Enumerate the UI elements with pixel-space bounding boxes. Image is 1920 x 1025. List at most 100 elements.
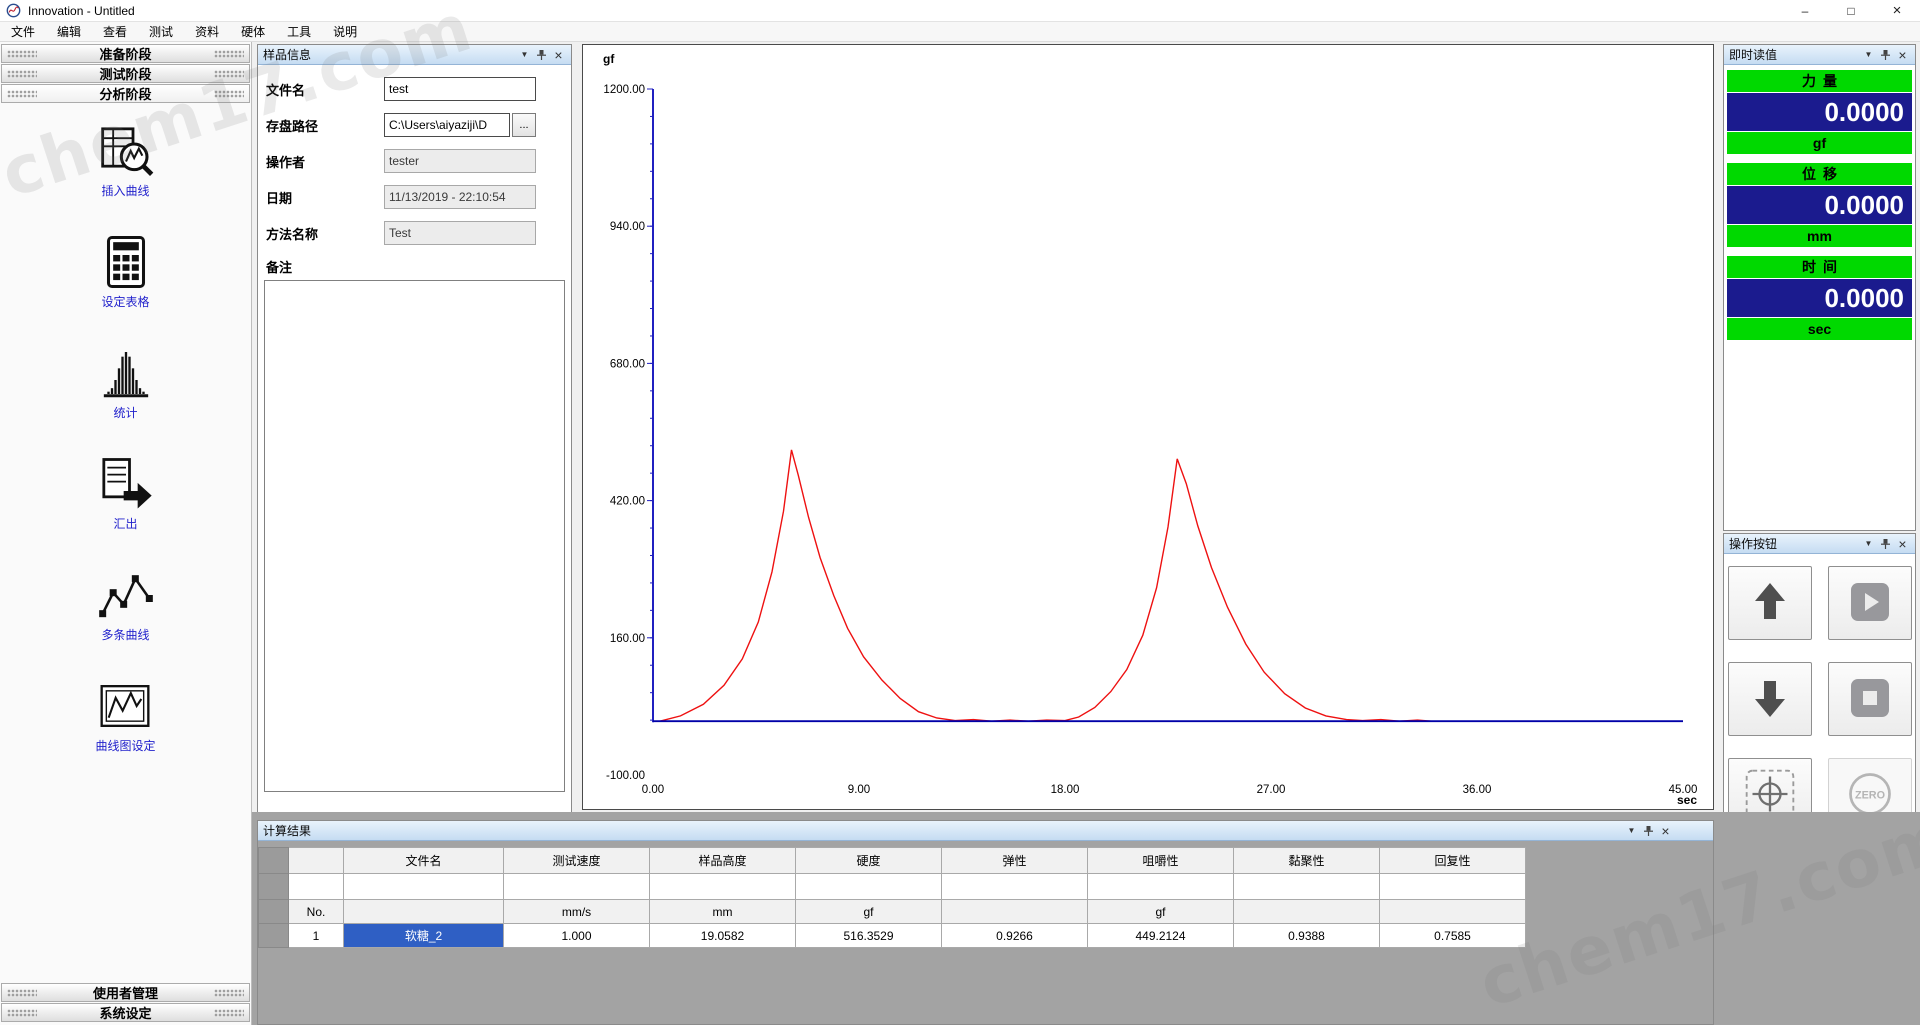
pin-icon[interactable]	[1641, 823, 1656, 838]
save-path-input[interactable]	[384, 113, 510, 137]
column-header: 回复性	[1380, 848, 1526, 874]
chevron-down-icon[interactable]: ▼	[1861, 536, 1876, 551]
window-title: Innovation - Untitled	[28, 4, 135, 18]
svg-text:160.00: 160.00	[610, 633, 645, 645]
chevron-down-icon[interactable]: ▼	[1624, 823, 1639, 838]
sidebar-item-测试阶段[interactable]: 测试阶段	[1, 64, 250, 83]
filename-input[interactable]	[384, 77, 536, 101]
readings-header[interactable]: 即时读值 ▼ ×	[1724, 45, 1915, 65]
sidebar-item-系统设定[interactable]: 系统设定	[1, 1003, 250, 1022]
chart-plot: 1200.00940.00680.00420.00160.00-100.000.…	[583, 45, 1713, 809]
operator-label: 操作者	[266, 152, 384, 171]
panel-title: 样品信息	[263, 46, 311, 63]
tool-统计[interactable]: 统计	[97, 344, 155, 421]
close-icon[interactable]: ×	[1895, 536, 1910, 551]
stop-button[interactable]	[1828, 662, 1912, 736]
data-cell[interactable]: 1.000	[504, 924, 650, 948]
chart-panel: 1200.00940.00680.00420.00160.00-100.000.…	[582, 44, 1714, 810]
menu-bar: 文件编辑查看测试资料硬体工具说明	[0, 22, 1920, 42]
tool-曲线图设定[interactable]: 曲线图设定	[95, 677, 155, 754]
start-button[interactable]	[1828, 566, 1912, 640]
reading-group-0: 力量0.0000gf	[1724, 70, 1915, 154]
chevron-down-icon[interactable]: ▼	[517, 47, 532, 62]
tool-label: 汇出	[113, 515, 137, 532]
pin-icon[interactable]	[1878, 536, 1893, 551]
column-header: 弹性	[942, 848, 1088, 874]
data-cell[interactable]: 0.9266	[942, 924, 1088, 948]
unit-cell: gf	[1088, 900, 1234, 924]
down-arrow-icon	[1746, 674, 1794, 725]
menu-item-文件[interactable]: 文件	[0, 22, 46, 42]
tool-汇出[interactable]: 汇出	[97, 455, 155, 532]
menu-item-测试[interactable]: 测试	[138, 22, 184, 42]
sidebar-item-准备阶段[interactable]: 准备阶段	[1, 44, 250, 63]
unit-cell	[1234, 900, 1380, 924]
jog-up-button[interactable]	[1728, 566, 1812, 640]
menu-item-编辑[interactable]: 编辑	[46, 22, 92, 42]
close-button[interactable]: ×	[1874, 0, 1920, 22]
panel-title: 即时读值	[1729, 46, 1777, 63]
grip-dots	[7, 90, 37, 98]
method-name-input[interactable]	[384, 221, 536, 245]
grip-dots	[7, 1009, 37, 1017]
svg-text:gf: gf	[603, 52, 615, 66]
statistics-icon	[97, 344, 155, 402]
operator-input[interactable]	[384, 149, 536, 173]
tool-设定表格[interactable]: 设定表格	[97, 233, 155, 310]
row-selector[interactable]	[259, 924, 289, 948]
data-cell[interactable]: 19.0582	[650, 924, 796, 948]
close-icon[interactable]: ×	[551, 47, 566, 62]
table-row: 1软糖_21.00019.0582516.35290.9266449.21240…	[259, 924, 1526, 948]
reading-unit: sec	[1727, 318, 1912, 340]
menu-item-说明[interactable]: 说明	[322, 22, 368, 42]
reading-value: 0.0000	[1727, 279, 1912, 317]
chevron-down-icon[interactable]: ▼	[1861, 47, 1876, 62]
data-cell[interactable]: 0.7585	[1380, 924, 1526, 948]
pin-icon[interactable]	[1878, 47, 1893, 62]
sidebar-item-分析阶段[interactable]: 分析阶段	[1, 84, 250, 103]
svg-text:27.00: 27.00	[1257, 784, 1286, 796]
sample-info-header[interactable]: 样品信息 ▼ ×	[258, 45, 571, 65]
column-header: 样品高度	[650, 848, 796, 874]
controls-header[interactable]: 操作按钮 ▼ ×	[1724, 534, 1915, 554]
remark-textarea[interactable]	[264, 280, 565, 792]
data-cell[interactable]: 449.2124	[1088, 924, 1234, 948]
jog-down-button[interactable]	[1728, 662, 1812, 736]
menu-item-资料[interactable]: 资料	[184, 22, 230, 42]
close-icon[interactable]: ×	[1658, 823, 1673, 838]
results-table: 文件名测试速度样品高度硬度弹性咀嚼性黏聚性回复性No.mm/smmgfgf1软糖…	[258, 847, 1713, 948]
pin-icon[interactable]	[534, 47, 549, 62]
results-header[interactable]: 计算结果 ▼ ×	[258, 821, 1713, 841]
sidebar-bottom: 使用者管理系统设定	[0, 983, 251, 1023]
reading-group-1: 位移0.0000mm	[1724, 163, 1915, 247]
data-cell[interactable]: 0.9388	[1234, 924, 1380, 948]
minimize-button[interactable]: –	[1782, 0, 1828, 22]
close-icon[interactable]: ×	[1895, 47, 1910, 62]
tool-label: 曲线图设定	[95, 737, 155, 754]
save-path-label: 存盘路径	[266, 116, 384, 135]
unit-cell	[1380, 900, 1526, 924]
row-number[interactable]: 1	[289, 924, 344, 948]
tool-插入曲线[interactable]: 插入曲线	[97, 122, 155, 199]
browse-button[interactable]: ...	[512, 113, 536, 137]
sample-info-body: 文件名 存盘路径 ... 操作者 日期 方法名称 备注	[258, 77, 571, 792]
tool-多条曲线[interactable]: 多条曲线	[97, 566, 155, 643]
column-header: 硬度	[796, 848, 942, 874]
sidebar-item-使用者管理[interactable]: 使用者管理	[1, 983, 250, 1002]
selected-cell[interactable]: 软糖_2	[344, 924, 504, 948]
menu-item-查看[interactable]: 查看	[92, 22, 138, 42]
readings-panel: 即时读值 ▼ × 力量0.0000gf位移0.0000mm时间0.0000sec	[1723, 44, 1916, 531]
column-header: 测试速度	[504, 848, 650, 874]
data-cell[interactable]: 516.3529	[796, 924, 942, 948]
date-input[interactable]	[384, 185, 536, 209]
controls-grid: ZERO	[1724, 554, 1915, 832]
grip-dots	[214, 989, 244, 997]
remark-label: 备注	[266, 257, 384, 276]
grip-dots	[214, 70, 244, 78]
maximize-button[interactable]: □	[1828, 0, 1874, 22]
tool-label: 多条曲线	[101, 626, 149, 643]
stage-buttons: 准备阶段测试阶段分析阶段	[0, 42, 251, 103]
tool-label: 设定表格	[101, 293, 149, 310]
menu-item-工具[interactable]: 工具	[276, 22, 322, 42]
menu-item-硬体[interactable]: 硬体	[230, 22, 276, 42]
